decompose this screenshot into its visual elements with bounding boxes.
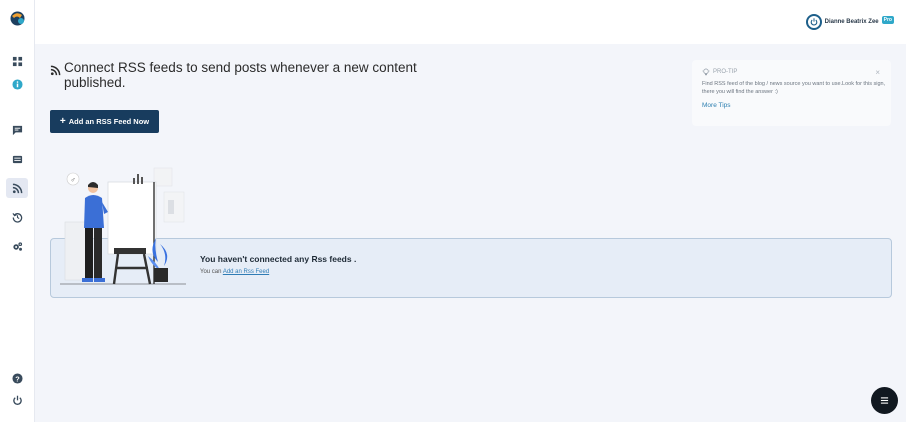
sidebar-item-settings[interactable] (6, 236, 28, 256)
power-icon (12, 395, 22, 405)
sidebar-item-rss[interactable] (6, 178, 28, 198)
settings-icon (12, 241, 22, 251)
plus-icon: + (59, 115, 66, 127)
pro-tip-card: PRO-TIP × Find RSS feed of the blog / ne… (692, 60, 891, 126)
add-rss-feed-label: Add an RSS Feed Now (68, 117, 150, 126)
svg-text:♂: ♂ (70, 177, 75, 184)
user-menu[interactable]: Dianne Beatrix Zee Pro (805, 14, 894, 30)
app-logo[interactable] (9, 10, 26, 27)
queue-icon (12, 155, 22, 163)
lightbulb-icon (702, 68, 710, 76)
help-icon: ? (11, 372, 23, 384)
sidebar-item-queue[interactable] (6, 149, 28, 169)
hamburger-icon (880, 397, 889, 404)
add-rss-feed-button[interactable]: + Add an RSS Feed Now (50, 110, 159, 133)
page-heading: Connect RSS feeds to send posts whenever… (50, 60, 420, 90)
sidebar: ? (0, 0, 35, 422)
empty-state-title: You haven't connected any Rss feeds . (200, 254, 357, 264)
top-header: Dianne Beatrix Zee Pro (35, 0, 906, 44)
empty-state-subtitle: You can Add an Rss Feed (200, 269, 269, 275)
info-icon (11, 78, 23, 90)
menu-fab-button[interactable] (871, 387, 898, 414)
sidebar-item-history[interactable] (6, 207, 28, 227)
rss-icon (12, 183, 22, 193)
sidebar-item-chat[interactable] (6, 120, 28, 140)
pro-tip-text: Find RSS feed of the blog / news source … (702, 81, 886, 95)
svg-text:?: ? (15, 374, 20, 383)
plan-badge: Pro (881, 16, 894, 24)
chat-icon (12, 125, 22, 135)
dashboard-icon (12, 56, 22, 66)
avatar (805, 14, 822, 30)
add-rss-feed-link[interactable]: Add an Rss Feed (223, 269, 269, 275)
power-avatar-icon (810, 18, 817, 26)
close-icon[interactable]: × (875, 68, 880, 77)
sidebar-item-info[interactable] (6, 74, 28, 94)
sidebar-item-help[interactable]: ? (6, 368, 28, 388)
sidebar-item-dashboard[interactable] (6, 51, 28, 71)
user-name: Dianne Beatrix Zee (824, 19, 879, 25)
sidebar-item-logout[interactable] (6, 390, 28, 410)
empty-state-prefix: You can (200, 269, 222, 275)
page-title: Connect RSS feeds to send posts whenever… (64, 60, 417, 90)
rss-icon (50, 65, 61, 76)
empty-state-illustration: ♂ (60, 167, 186, 285)
more-tips-link[interactable]: More Tips (702, 102, 881, 109)
pro-tip-heading: PRO-TIP (713, 69, 738, 75)
history-icon (11, 212, 22, 223)
